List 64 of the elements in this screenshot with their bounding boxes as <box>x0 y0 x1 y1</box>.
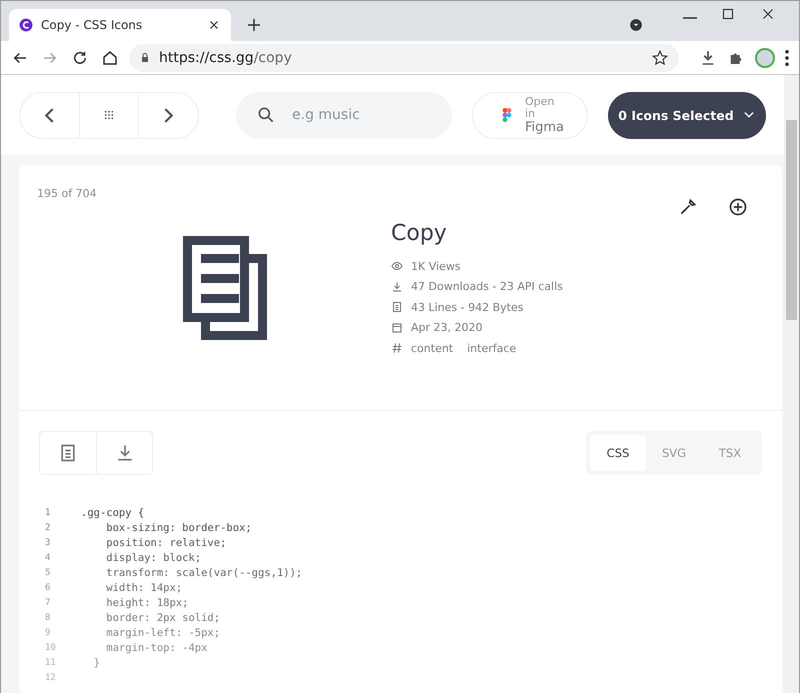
home-icon <box>101 48 119 66</box>
browser-tab[interactable]: Copy - CSS Icons <box>9 9 231 41</box>
site-logo-icon <box>19 18 33 32</box>
code-line: width: 14px; <box>105 582 182 594</box>
code-line: } <box>92 656 100 668</box>
code-line: position: relative; <box>105 536 226 548</box>
address-bar[interactable]: https://css.gg/copy <box>129 44 679 72</box>
line-number: 8 <box>45 612 52 622</box>
calendar-icon <box>391 322 403 334</box>
code-line: .gg-copy { <box>81 506 144 518</box>
grid-button[interactable] <box>78 92 140 138</box>
tag-link[interactable]: interface <box>467 342 516 355</box>
code-line: margin-top: -4px <box>105 642 208 654</box>
line-number: 11 <box>45 658 57 668</box>
line-number: 12 <box>45 672 57 682</box>
star-icon <box>651 48 669 66</box>
search-icon <box>256 104 276 124</box>
url-text: https://css.gg/copy <box>159 50 292 66</box>
hash-icon <box>391 342 403 354</box>
new-tab-icon <box>245 16 263 34</box>
eyedropper-icon <box>678 197 698 217</box>
meta-text: 43 Lines - 942 Bytes <box>411 300 524 314</box>
minimize-icon <box>683 17 697 19</box>
chevron-left-icon <box>44 108 54 122</box>
line-number: 9 <box>45 628 52 638</box>
code-line: height: 18px; <box>105 596 188 608</box>
more-icon <box>785 50 789 66</box>
tab-title: Copy - CSS Icons <box>41 18 144 32</box>
line-number: 10 <box>45 642 57 652</box>
add-circle-icon <box>728 197 748 217</box>
code-line: box-sizing: border-box; <box>105 522 252 534</box>
reload-icon <box>71 48 89 66</box>
document-icon <box>391 301 403 314</box>
profile-menu-icon <box>629 18 643 32</box>
search-field[interactable]: e.g music <box>236 92 452 138</box>
open-in-figma-button[interactable]: Open in Figma <box>472 92 588 138</box>
line-number: 1 <box>45 508 52 518</box>
copy-icon <box>183 236 267 340</box>
meta-text: Apr 23, 2020 <box>411 321 483 334</box>
code-line: border: 2px solid; <box>105 612 220 624</box>
line-number: 3 <box>45 538 52 548</box>
format-tab[interactable]: CSS <box>590 435 646 471</box>
meta-text: 1K Views <box>411 260 461 273</box>
tag-link[interactable]: content <box>411 342 454 355</box>
lock-icon <box>139 52 151 64</box>
scrollbar[interactable] <box>784 75 799 693</box>
line-number: 5 <box>45 568 52 578</box>
code-line: transform: scale(var(--ggs,1)); <box>105 566 302 578</box>
code-line: display: block; <box>105 552 202 564</box>
meta-text: 47 Downloads - 23 API calls <box>411 280 563 294</box>
line-number: 4 <box>45 552 52 562</box>
format-tab[interactable]: SVG <box>646 435 702 471</box>
line-number: 7 <box>45 598 52 608</box>
line-number: 6 <box>45 582 52 592</box>
icons-selected-button[interactable]: 0 Icons Selected <box>608 92 766 138</box>
download-icon <box>391 280 403 293</box>
format-tab[interactable]: TSX <box>702 435 758 471</box>
icon-title: Copy <box>391 221 448 246</box>
position-counter: 195 of 704 <box>37 187 97 200</box>
avatar[interactable] <box>755 48 775 68</box>
eye-icon <box>391 260 403 272</box>
code-line: margin-left: -5px; <box>105 626 220 638</box>
line-number: 2 <box>45 522 52 532</box>
chevron-right-icon <box>164 108 174 122</box>
